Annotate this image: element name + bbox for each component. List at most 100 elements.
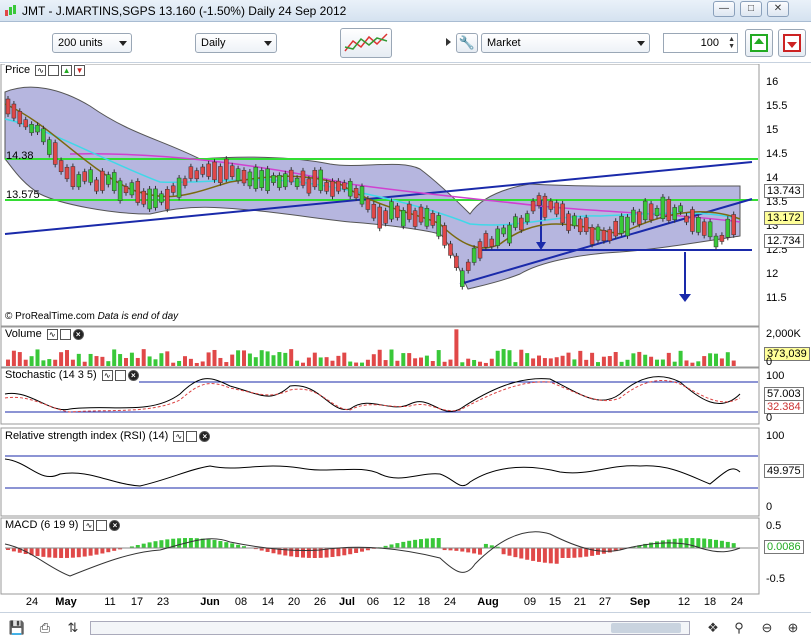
macd-value-box: 0.0086 [764, 540, 804, 554]
stock-chart[interactable] [0, 64, 811, 612]
date-tick: 15 [548, 596, 562, 608]
window-icon[interactable] [48, 64, 60, 76]
candle [631, 209, 636, 223]
date-tick: 26 [313, 596, 327, 608]
maximize-button[interactable]: □ [740, 1, 762, 17]
candle [678, 205, 683, 213]
date-tick: 23 [156, 596, 170, 608]
close-icon[interactable]: × [109, 519, 121, 531]
volume-bar [584, 359, 589, 366]
stochastic-value-box: 57.003 [764, 387, 804, 401]
volume-panel-title: Volume ∿ × [5, 328, 84, 343]
print-icon[interactable]: ⎙ [36, 619, 54, 637]
quantity-stepper[interactable]: 100 ▲ ▼ [663, 33, 738, 53]
candle [465, 261, 471, 271]
volume-bar [513, 362, 518, 366]
macd-bar [206, 539, 211, 548]
volume-bar [383, 360, 388, 366]
units-select[interactable]: 200 units [52, 33, 132, 53]
rsi-panel-title: Relative strength index (RSI) (14) ∿ × [5, 430, 211, 445]
chevron-down-icon [637, 41, 645, 46]
macd-bar [719, 540, 724, 548]
expand-icon[interactable] [446, 38, 451, 46]
volume-bar [247, 353, 252, 366]
wrench-button[interactable]: 🔧 [456, 33, 478, 53]
candle [548, 200, 554, 210]
candle [613, 220, 618, 237]
macd-bar [472, 548, 477, 554]
stochastic-tick: 100 [766, 370, 785, 382]
macd-bar [513, 548, 518, 558]
candle [501, 227, 506, 235]
close-window-button[interactable]: ✕ [767, 1, 789, 17]
candle [578, 218, 583, 233]
candle [35, 124, 40, 133]
volume-bar [719, 358, 724, 366]
candle [153, 188, 158, 208]
volume-bar [460, 362, 465, 366]
volume-bar [542, 358, 547, 366]
candle [70, 166, 76, 187]
close-icon[interactable]: × [72, 328, 84, 340]
candle [229, 165, 235, 177]
candle [731, 214, 736, 236]
chart-style-button[interactable] [340, 28, 392, 58]
close-icon[interactable]: × [199, 430, 211, 442]
close-icon[interactable]: × [127, 369, 139, 381]
window-icon[interactable] [96, 519, 108, 531]
volume-bar [389, 349, 394, 366]
volume-bar [324, 357, 329, 366]
minimize-button[interactable]: — [713, 1, 735, 17]
macd-bar [330, 548, 335, 557]
wrench-icon[interactable]: ∿ [173, 430, 185, 442]
candle [159, 193, 164, 203]
wrench-icon[interactable]: ∿ [46, 328, 58, 340]
candle [536, 195, 542, 206]
chart-scrollbar[interactable] [90, 621, 690, 635]
zoom-fit-icon[interactable]: ⚲ [730, 619, 748, 637]
scrollbar-thumb[interactable] [611, 623, 681, 633]
macd-bar [560, 548, 565, 558]
volume-bar [141, 349, 146, 366]
volume-bar [702, 356, 707, 366]
wrench-icon[interactable]: ∿ [83, 519, 95, 531]
window-icon[interactable] [59, 328, 71, 340]
volume-bar [106, 361, 111, 366]
wrench-icon[interactable]: ∿ [101, 369, 113, 381]
window-icon[interactable] [114, 369, 126, 381]
buy-button[interactable] [745, 29, 773, 57]
date-tick: 21 [573, 596, 587, 608]
volume-bar [672, 361, 677, 366]
tool-icon[interactable]: ❖ [704, 619, 722, 637]
period-select[interactable]: Daily [195, 33, 277, 53]
candle [448, 243, 453, 256]
volume-bar [218, 357, 223, 366]
volume-bar [259, 350, 264, 366]
candle [123, 186, 129, 194]
candle [625, 216, 630, 237]
zoom-in-icon[interactable]: ⊕ [784, 619, 802, 637]
volume-bar [242, 350, 246, 366]
arrow-down-icon[interactable]: ▼ [74, 64, 86, 76]
wrench-icon[interactable]: ∿ [35, 64, 47, 76]
candle [23, 119, 28, 128]
sync-icon[interactable]: ⇅ [64, 619, 82, 637]
save-icon[interactable]: 💾 [8, 619, 26, 637]
candle [11, 103, 17, 119]
sell-button[interactable] [778, 29, 806, 57]
macd-bar [153, 541, 158, 548]
arrow-up-icon[interactable]: ▲ [61, 64, 73, 76]
candle [660, 196, 666, 219]
spinner-icon[interactable]: ▲ ▼ [724, 36, 735, 50]
volume-bar [135, 357, 140, 366]
candle [418, 206, 424, 223]
order-type-select[interactable]: Market [481, 33, 650, 53]
zoom-out-icon[interactable]: ⊖ [758, 619, 776, 637]
macd-bar [354, 548, 359, 553]
macd-bar [660, 540, 665, 548]
macd-bar [413, 539, 418, 548]
window-icon[interactable] [186, 430, 198, 442]
candle [566, 213, 571, 231]
macd-bar [100, 548, 105, 554]
macd-bar [348, 548, 353, 555]
